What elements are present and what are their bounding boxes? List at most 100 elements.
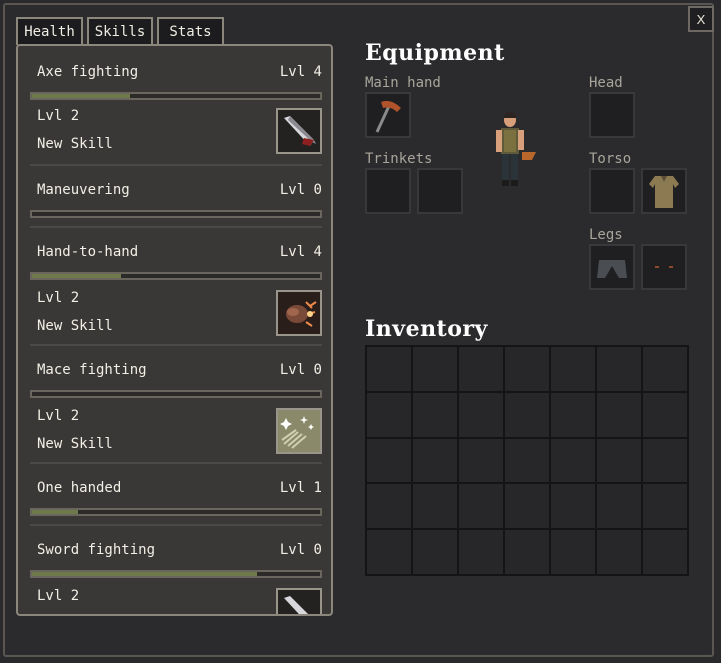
torso-item-slot[interactable] <box>641 168 687 214</box>
divider <box>30 164 322 166</box>
head-label: Head <box>589 75 623 91</box>
inventory-slot[interactable] <box>505 438 549 483</box>
skill-progress-fill <box>32 94 130 98</box>
inventory-slot[interactable] <box>551 530 595 574</box>
tab-skills[interactable]: Skills <box>87 17 153 45</box>
legs-label: Legs <box>589 227 623 243</box>
trinket-slot-1[interactable] <box>365 168 411 214</box>
new-skill-label: New Skill <box>37 136 113 152</box>
new-skill-row[interactable]: Lvl 2 New Skill <box>30 290 322 338</box>
torso-slot[interactable] <box>589 168 635 214</box>
inventory-slot[interactable] <box>367 438 411 483</box>
skill-progress-fill <box>32 510 79 514</box>
tunic-icon <box>649 176 679 208</box>
new-skill-level: Lvl 2 <box>37 290 80 306</box>
main-hand-slot[interactable] <box>365 92 411 138</box>
inventory-slot[interactable] <box>643 530 687 574</box>
inventory-slot[interactable] <box>643 347 687 391</box>
tab-stats[interactable]: Stats <box>157 17 224 45</box>
inventory-grid[interactable] <box>365 345 689 576</box>
skill-name: Maneuvering <box>37 182 130 198</box>
trinkets-label: Trinkets <box>365 151 433 167</box>
inventory-slot[interactable] <box>551 438 595 483</box>
fist-icon[interactable] <box>276 290 322 336</box>
divider <box>30 462 322 464</box>
skill-name: Hand-to-hand <box>37 244 139 260</box>
divider <box>30 344 322 346</box>
skill-level: Lvl 0 <box>279 542 322 558</box>
divider <box>30 524 322 526</box>
inventory-slot[interactable] <box>459 530 503 574</box>
sparkle-icon[interactable] <box>276 408 322 454</box>
inventory-slot[interactable] <box>643 484 687 529</box>
main-hand-label: Main hand <box>365 75 441 91</box>
tab-health[interactable]: Health <box>16 17 83 45</box>
pants-icon <box>597 260 627 278</box>
trinket-slot-2[interactable] <box>417 168 463 214</box>
inventory-slot[interactable] <box>643 438 687 483</box>
inventory-slot[interactable] <box>597 438 641 483</box>
skill-level: Lvl 0 <box>279 182 322 198</box>
skill-progress-bar <box>30 508 322 516</box>
skill-level: Lvl 4 <box>279 64 322 80</box>
new-skill-row[interactable]: Lvl 2 New Skill <box>30 408 322 456</box>
skills-panel[interactable]: Axe fighting Lvl 4 Lvl 2 New Skill Maneu… <box>16 44 333 616</box>
inventory-slot[interactable] <box>459 347 503 391</box>
inventory-slot[interactable] <box>413 392 457 437</box>
inventory-slot[interactable] <box>367 484 411 529</box>
inventory-title: Inventory <box>365 316 488 342</box>
skill-name: One handed <box>37 480 122 496</box>
skill-progress-bar <box>30 390 322 398</box>
boots-icon <box>655 266 673 268</box>
new-skill-level: Lvl 2 <box>37 108 80 124</box>
inventory-slot[interactable] <box>551 347 595 391</box>
head-slot[interactable] <box>589 92 635 138</box>
blade-icon[interactable] <box>276 108 322 154</box>
skill-progress-bar <box>30 570 322 578</box>
skill-progress-fill <box>32 572 257 576</box>
inventory-slot[interactable] <box>413 530 457 574</box>
inventory-slot[interactable] <box>505 392 549 437</box>
inventory-slot[interactable] <box>643 392 687 437</box>
character-figure <box>496 112 536 186</box>
new-skill-row[interactable]: Lvl 2 New Skill <box>30 108 322 156</box>
inventory-slot[interactable] <box>367 392 411 437</box>
skill-name: Mace fighting <box>37 362 147 378</box>
skill-progress-bar <box>30 92 322 100</box>
inventory-slot[interactable] <box>459 484 503 529</box>
inventory-slot[interactable] <box>551 484 595 529</box>
legs-item-slot[interactable] <box>641 244 687 290</box>
inventory-slot[interactable] <box>597 392 641 437</box>
torso-label: Torso <box>589 151 632 167</box>
new-skill-level: Lvl 2 <box>37 408 80 424</box>
inventory-slot[interactable] <box>597 530 641 574</box>
inventory-slot[interactable] <box>367 530 411 574</box>
skill-progress-fill <box>32 274 122 278</box>
inventory-slot[interactable] <box>413 438 457 483</box>
blade-icon[interactable] <box>276 588 322 614</box>
new-skill-label: New Skill <box>37 436 113 452</box>
inventory-slot[interactable] <box>597 484 641 529</box>
skill-level: Lvl 1 <box>279 480 322 496</box>
inventory-slot[interactable] <box>413 347 457 391</box>
new-skill-row[interactable]: Lvl 2 <box>30 588 322 614</box>
inventory-slot[interactable] <box>551 392 595 437</box>
skill-name: Sword fighting <box>37 542 156 558</box>
inventory-slot[interactable] <box>413 484 457 529</box>
axe-icon <box>375 100 401 133</box>
equipment-title: Equipment <box>365 40 505 66</box>
inventory-slot[interactable] <box>459 438 503 483</box>
inventory-slot[interactable] <box>505 347 549 391</box>
inventory-slot[interactable] <box>597 347 641 391</box>
inventory-slot[interactable] <box>367 347 411 391</box>
skill-progress-bar <box>30 272 322 280</box>
legs-slot[interactable] <box>589 244 635 290</box>
new-skill-level: Lvl 2 <box>37 588 80 604</box>
inventory-slot[interactable] <box>505 484 549 529</box>
close-button[interactable]: X <box>688 6 714 32</box>
inventory-slot[interactable] <box>505 530 549 574</box>
new-skill-label: New Skill <box>37 318 113 334</box>
skill-name: Axe fighting <box>37 64 139 80</box>
skill-level: Lvl 4 <box>279 244 322 260</box>
inventory-slot[interactable] <box>459 392 503 437</box>
